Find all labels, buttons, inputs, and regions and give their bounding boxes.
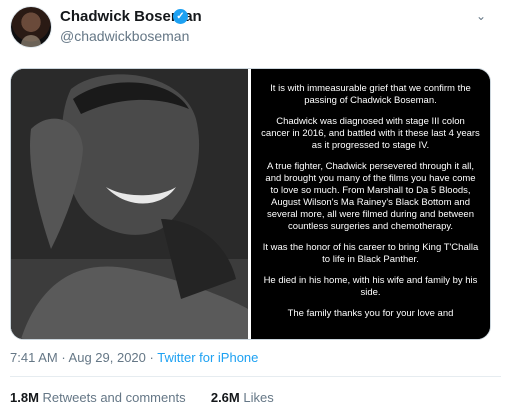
chevron-down-icon[interactable]: ⌄ (473, 8, 489, 24)
tweet-stats: 1.8M Retweets and comments 2.6M Likes (10, 390, 274, 405)
statement-paragraph: Chadwick was diagnosed with stage III co… (261, 116, 480, 151)
retweets-stat[interactable]: 1.8M Retweets and comments (10, 390, 186, 405)
likes-label: Likes (239, 390, 274, 405)
verified-badge-icon: ✓ (173, 9, 188, 24)
tweet-date[interactable]: Aug 29, 2020 (69, 350, 146, 365)
tweet-meta: 7:41 AM · Aug 29, 2020 · Twitter for iPh… (10, 350, 258, 365)
retweets-label: Retweets and comments (38, 390, 186, 405)
meta-separator: · (57, 350, 69, 365)
retweets-count: 1.8M (10, 390, 39, 405)
statement-paragraph: The family thanks you for your love and (287, 308, 454, 319)
statement-paragraph: A true fighter, Chadwick persevered thro… (265, 161, 476, 232)
portrait-illustration (11, 69, 248, 339)
statement-paragraph: It was the honor of his career to bring … (262, 242, 479, 265)
portrait-photo[interactable] (11, 69, 248, 339)
statement-image[interactable]: It is with immeasurable grief that we co… (251, 69, 490, 339)
tweet-card: Chadwick Boseman ✓ @chadwickboseman ⌄ It… (0, 0, 511, 405)
statement-paragraph: It is with immeasurable grief that we co… (270, 83, 471, 106)
avatar[interactable] (10, 6, 52, 48)
likes-count: 2.6M (210, 390, 240, 405)
tweet-source-link[interactable]: Twitter for iPhone (157, 350, 258, 365)
tweet-media[interactable]: It is with immeasurable grief that we co… (10, 68, 491, 340)
meta-separator: · (145, 350, 158, 365)
tweet-time[interactable]: 7:41 AM (10, 350, 58, 365)
likes-stat[interactable]: 2.6M Likes (211, 390, 274, 405)
statement-paragraph: He died in his home, with his wife and f… (263, 275, 478, 298)
divider-line (10, 376, 501, 377)
author-handle[interactable]: @chadwickboseman (60, 28, 189, 44)
